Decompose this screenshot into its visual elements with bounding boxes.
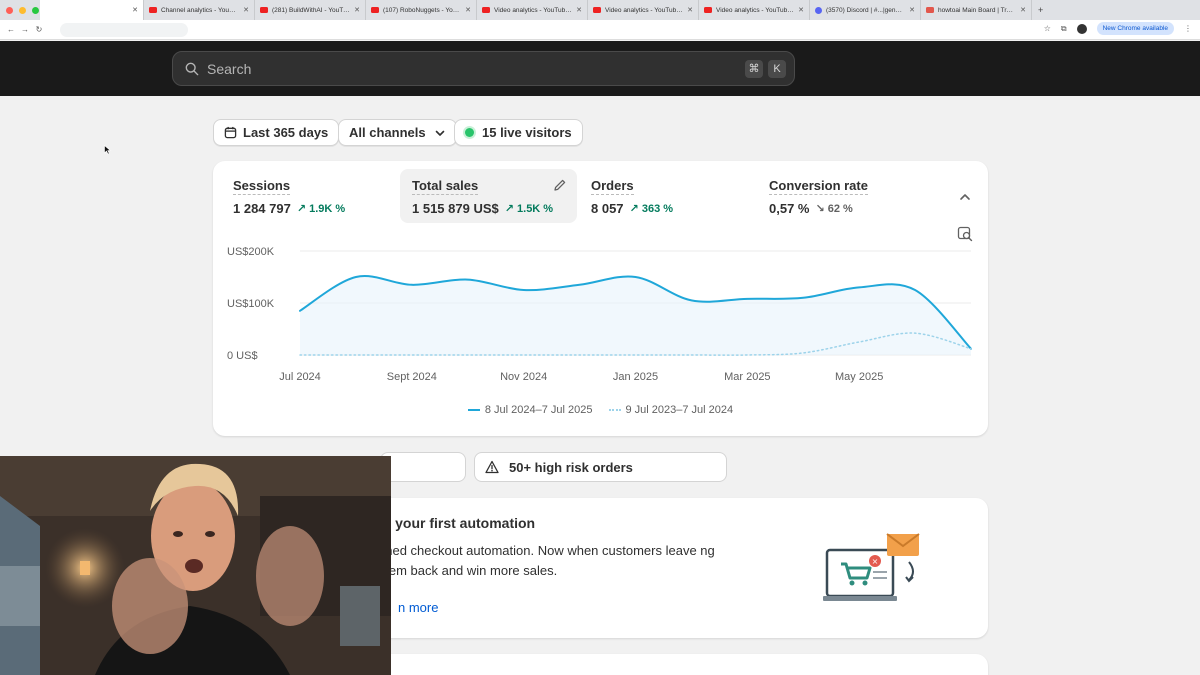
warning-triangle-icon — [485, 460, 499, 474]
y-tick-label: US$200K — [227, 246, 275, 258]
youtube-icon — [260, 7, 268, 13]
window-controls — [0, 6, 40, 14]
k-key-badge: K — [768, 59, 786, 78]
search-input[interactable]: Search ⌘ K — [172, 51, 795, 86]
extensions-icon[interactable]: ⧉ — [1061, 24, 1067, 34]
alert-pill-left[interactable] — [380, 452, 466, 482]
webcam-overlay — [0, 456, 391, 675]
legend-item-previous: 9 Jul 2023–7 Jul 2024 — [608, 404, 733, 416]
close-tab-icon[interactable]: ✕ — [354, 6, 360, 14]
new-tab-icon[interactable]: + — [1032, 5, 1043, 15]
sales-line-chart: US$200K US$100K 0 US$ Jul 2024 Sept 2024 Nov … — [227, 246, 972, 383]
x-tick-label: Sept 2024 — [387, 371, 437, 383]
youtube-icon — [482, 7, 490, 13]
analytics-card: Sessions 1 284 797 ↗ 1.9K % Total sales … — [213, 161, 988, 436]
channels-label: All channels — [349, 125, 426, 140]
close-tab-icon[interactable]: ✕ — [909, 6, 915, 14]
browser-toolbar: ← → ↻ ☆ ⧉ New Chrome available ⋮ — [0, 20, 1200, 40]
chart-legend: 8 Jul 2024–7 Jul 2025 9 Jul 2023–7 Jul 2… — [213, 404, 988, 416]
profile-avatar[interactable] — [1076, 23, 1087, 34]
forward-arrow-icon[interactable]: → — [18, 25, 32, 34]
browser-tab[interactable]: Video analytics - YouTube Studio✕ — [588, 0, 699, 20]
admin-top-bar: Search ⌘ K — [0, 41, 1200, 96]
high-risk-label: 50+ high risk orders — [509, 459, 633, 475]
close-tab-icon[interactable]: ✕ — [465, 6, 471, 14]
back-arrow-icon[interactable]: ← — [4, 25, 18, 34]
browser-tab[interactable]: howtoai Main Board | Trello ✕ — [921, 0, 1032, 20]
live-status-dot — [465, 128, 474, 137]
x-tick-label: May 2025 — [835, 371, 883, 383]
calendar-icon — [224, 126, 237, 139]
discord-icon — [815, 6, 822, 14]
command-key-badge: ⌘ — [745, 59, 763, 78]
trello-icon — [926, 7, 934, 13]
browser-tab[interactable]: Video analytics - YouTube Studio✕ — [699, 0, 810, 20]
minimize-window-button[interactable] — [19, 6, 26, 14]
x-tick-label: Mar 2025 — [724, 371, 770, 383]
close-tab-icon[interactable]: ✕ — [576, 6, 582, 14]
y-tick-label: US$100K — [227, 298, 275, 310]
automation-description: oned checkout automation. Now when custo… — [378, 543, 715, 578]
youtube-icon — [593, 7, 601, 13]
date-range-button[interactable]: Last 365 days — [213, 119, 340, 146]
address-bar[interactable] — [60, 23, 188, 37]
browser-tab[interactable]: (3570) Discord | #...|general ✕ — [810, 0, 921, 20]
browser-tab[interactable]: (107) RoboNuggets - YouTube✕ — [366, 0, 477, 20]
abandoned-cart-illustration: × — [823, 533, 920, 601]
close-tab-icon[interactable]: ✕ — [132, 6, 138, 14]
x-tick-label: Jul 2024 — [279, 371, 321, 383]
browser-tab[interactable]: Channel analytics - YouTube ✕ — [144, 0, 255, 20]
channels-dropdown[interactable]: All channels — [338, 119, 457, 146]
browser-tab-active[interactable]: ✕ — [40, 0, 144, 20]
close-tab-icon[interactable]: ✕ — [687, 6, 693, 14]
search-placeholder: Search — [207, 60, 252, 77]
mouse-cursor-icon — [104, 145, 112, 155]
close-tab-icon[interactable]: ✕ — [243, 6, 249, 14]
series-area-fill — [300, 276, 971, 355]
browser-tab-bar: ✕ Channel analytics - YouTube ✕ (281) Bui… — [0, 0, 1200, 20]
close-tab-icon[interactable]: ✕ — [1020, 6, 1026, 14]
bookmark-star-icon[interactable]: ☆ — [1044, 24, 1051, 33]
next-card — [378, 654, 988, 675]
reload-icon[interactable]: ↻ — [32, 25, 46, 34]
search-icon — [185, 62, 199, 75]
close-tab-icon[interactable]: ✕ — [798, 6, 804, 14]
x-tick-label: Jan 2025 — [613, 371, 658, 383]
youtube-icon — [704, 7, 712, 13]
svg-text:×: × — [872, 557, 879, 566]
live-visitors-button[interactable]: 15 live visitors — [454, 119, 583, 146]
legend-swatch — [608, 409, 621, 411]
maximize-window-button[interactable] — [32, 6, 39, 14]
youtube-icon — [371, 7, 379, 13]
legend-item-current: 8 Jul 2024–7 Jul 2025 — [467, 404, 593, 416]
legend-swatch — [467, 409, 480, 411]
live-visitors-label: 15 live visitors — [482, 125, 572, 140]
learn-more-link[interactable]: n more — [398, 600, 438, 615]
x-tick-label: Nov 2024 — [500, 371, 547, 383]
date-range-label: Last 365 days — [243, 125, 329, 140]
automation-title: th your first automation — [378, 515, 536, 531]
presenter-video — [0, 456, 391, 675]
new-chrome-available-button[interactable]: New Chrome available — [1096, 22, 1174, 35]
close-window-button[interactable] — [6, 6, 13, 14]
browser-tab[interactable]: (281) BuildWithAI - YouTube ✕ — [255, 0, 366, 20]
chevron-down-icon — [435, 130, 444, 136]
high-risk-orders-button[interactable]: 50+ high risk orders — [474, 452, 727, 482]
y-tick-label: 0 US$ — [227, 350, 258, 362]
browser-tab[interactable]: Video analytics - YouTube Studio✕ — [477, 0, 588, 20]
youtube-icon — [149, 7, 157, 13]
chrome-menu-icon[interactable]: ⋮ — [1184, 24, 1192, 33]
